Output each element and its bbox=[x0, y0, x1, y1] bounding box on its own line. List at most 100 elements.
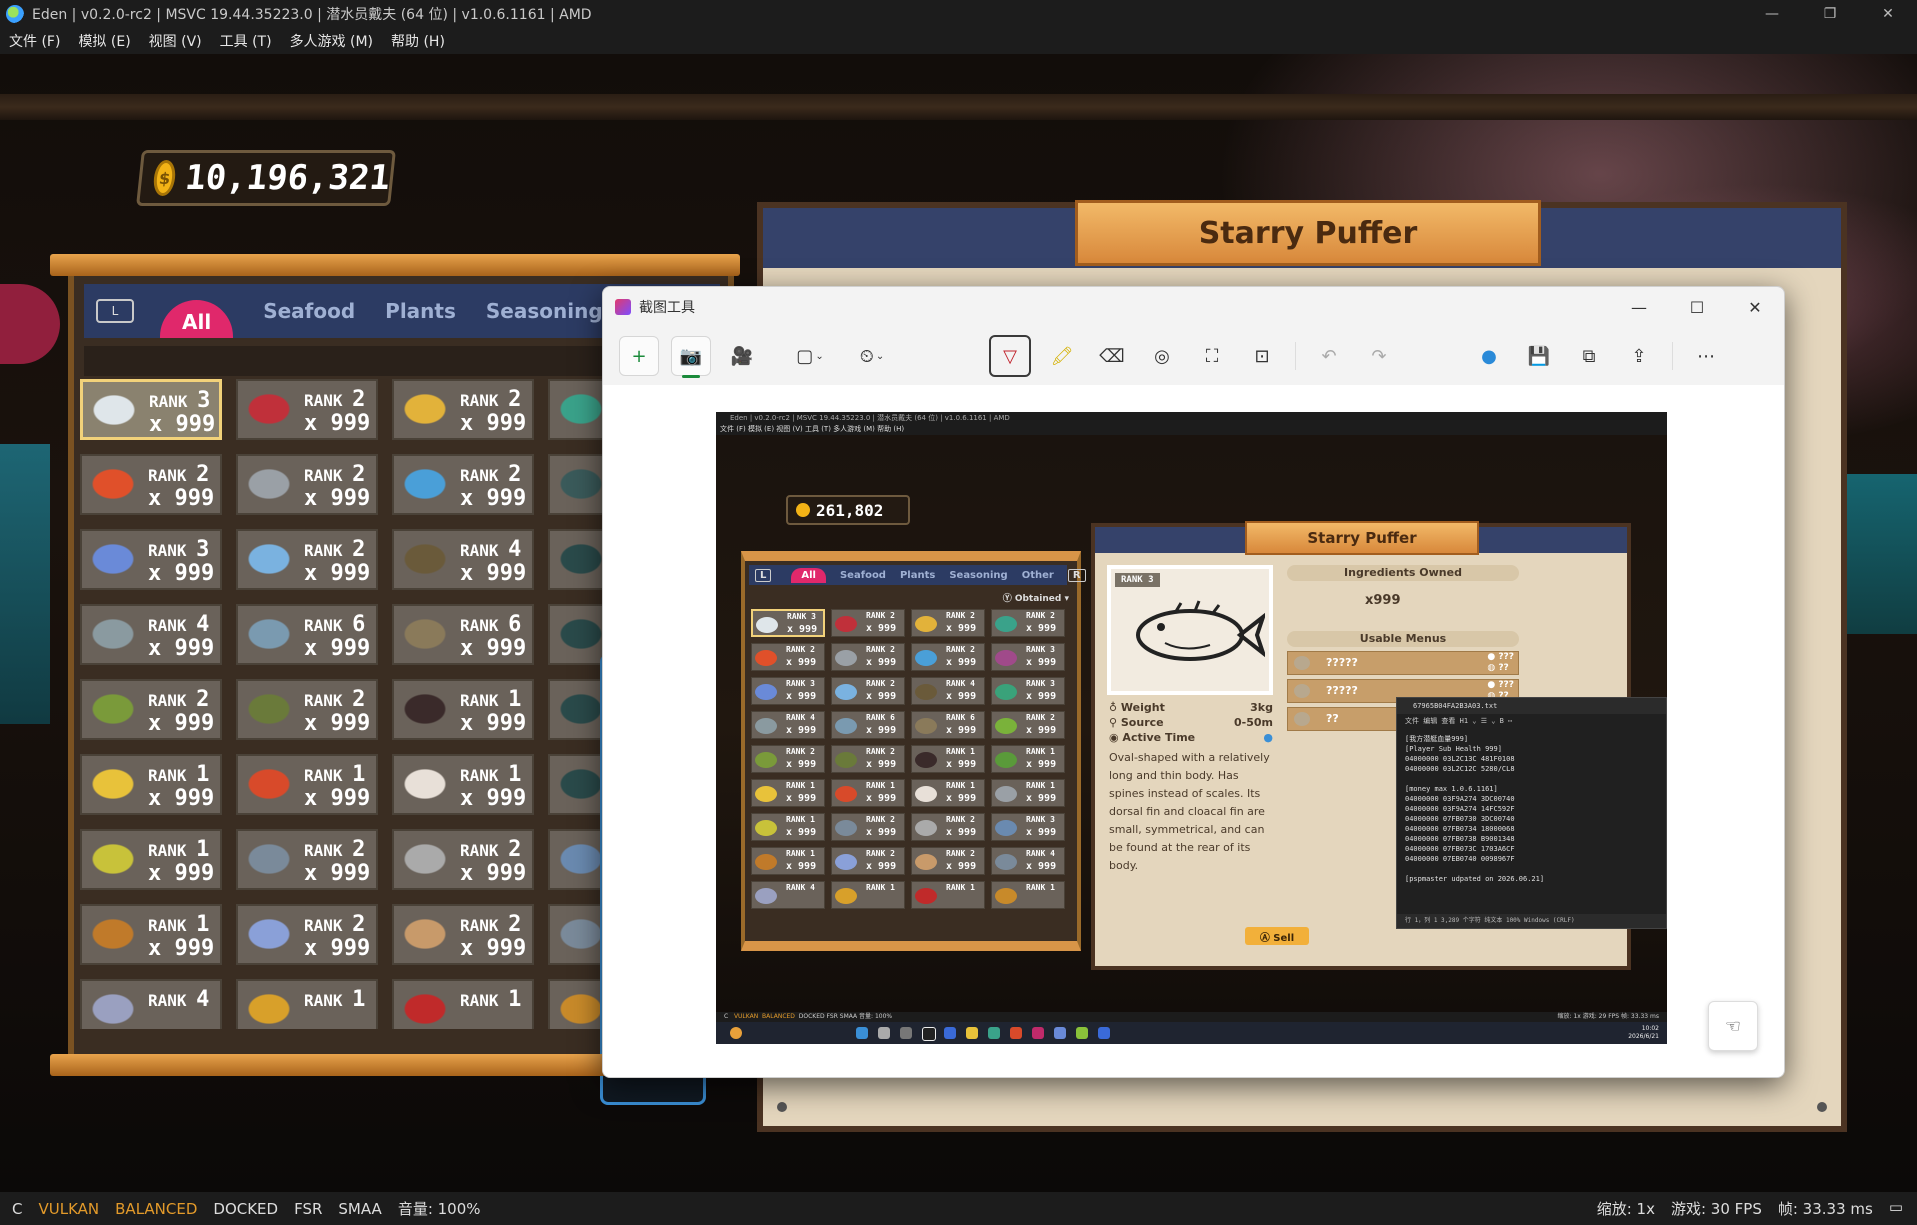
menu-view[interactable]: 视图 (V) bbox=[140, 31, 211, 51]
rank-word: RANK bbox=[1026, 713, 1046, 722]
ingredient-slot[interactable]: RANK 2x 999 bbox=[236, 904, 378, 965]
new-snip-button[interactable]: + bbox=[619, 336, 659, 376]
text-actions-button[interactable]: ⊡ bbox=[1243, 337, 1281, 375]
shapes-button[interactable]: ◎ bbox=[1143, 337, 1181, 375]
rank-number: 1 bbox=[970, 781, 975, 790]
ingredient-slot[interactable]: RANK 3x 999 bbox=[80, 529, 222, 590]
redo-button[interactable]: ↷ bbox=[1360, 337, 1398, 375]
rank-word: RANK bbox=[148, 916, 187, 935]
active-time-icon: ● bbox=[1263, 731, 1273, 744]
ingredient-slot[interactable]: RANK 2x 999 bbox=[392, 904, 534, 965]
ingredient-slot[interactable]: RANK 2x 999 bbox=[392, 454, 534, 515]
menu-tools[interactable]: 工具 (T) bbox=[211, 31, 281, 51]
fish-icon bbox=[756, 617, 778, 633]
ingredient-slot[interactable]: RANK 2x 999 bbox=[392, 829, 534, 890]
restore-button[interactable]: ❐ bbox=[1801, 0, 1859, 28]
inner-status-rest: DOCKED FSR SMAA 音量: 100% bbox=[798, 1013, 893, 1020]
video-mode-button[interactable]: 🎥 bbox=[723, 337, 761, 375]
menu-help[interactable]: 帮助 (H) bbox=[382, 31, 454, 51]
ingredient-slot[interactable]: RANK 1x 999 bbox=[392, 679, 534, 740]
snip-canvas[interactable]: Eden | v0.2.0-rc2 | MSVC 19.44.35223.0 |… bbox=[603, 385, 1784, 1077]
fish-icon bbox=[244, 541, 294, 577]
rank-word: RANK bbox=[786, 883, 806, 892]
rank-label: RANK 1 bbox=[148, 762, 209, 787]
rank-number: 3 bbox=[197, 388, 211, 413]
inner-obtained-filter: Ⓨ Obtained ▾ bbox=[1002, 594, 1069, 604]
ballpoint-pen-button[interactable]: ▽ bbox=[989, 335, 1031, 377]
ingredient-slot[interactable]: RANK 1x 999 bbox=[80, 829, 222, 890]
ingredient-slot[interactable]: RANK 4 bbox=[80, 979, 222, 1029]
status-vulkan[interactable]: VULKAN bbox=[38, 1200, 99, 1218]
tab-plants[interactable]: Plants bbox=[385, 299, 456, 323]
ingredient-slot[interactable]: RANK 1x 999 bbox=[236, 754, 378, 815]
fish-icon bbox=[995, 854, 1017, 870]
minimize-button[interactable]: — bbox=[1743, 0, 1801, 28]
snip-shape-dropdown[interactable]: ▢ ⌄ bbox=[785, 337, 835, 375]
eraser-button[interactable]: ⌫ bbox=[1093, 337, 1131, 375]
color-picker-button[interactable]: ● bbox=[1470, 337, 1508, 375]
close-button[interactable]: ✕ bbox=[1859, 0, 1917, 28]
refresh-icon[interactable]: C bbox=[12, 1200, 22, 1218]
crop-button[interactable]: ⛶ bbox=[1193, 337, 1231, 375]
snip-minimize-button[interactable]: — bbox=[1610, 287, 1668, 327]
ingredient-slot[interactable]: RANK 1x 999 bbox=[392, 754, 534, 815]
ingredient-slot[interactable]: RANK 4x 999 bbox=[80, 604, 222, 665]
ingredient-slot[interactable]: RANK 1x 999 bbox=[80, 904, 222, 965]
ingredient-slot[interactable]: RANK 1x 999 bbox=[80, 754, 222, 815]
menu-multiplayer[interactable]: 多人游戏 (M) bbox=[281, 31, 382, 51]
status-volume[interactable]: 音量: 100% bbox=[398, 1198, 481, 1219]
quantity-label: x 999 bbox=[148, 861, 215, 886]
notepad-taskbar-icon bbox=[1098, 1027, 1110, 1039]
snip-close-button[interactable]: ✕ bbox=[1726, 287, 1784, 327]
fish-icon bbox=[556, 766, 606, 802]
ingredient-slot[interactable]: RANK 1 bbox=[236, 979, 378, 1029]
tab-seafood[interactable]: Seafood bbox=[263, 299, 355, 323]
inner-quantity-label: x 999 bbox=[946, 759, 977, 770]
delay-dropdown[interactable]: ⏲ ⌄ bbox=[847, 337, 897, 375]
undo-button[interactable]: ↶ bbox=[1310, 337, 1348, 375]
status-balanced[interactable]: BALANCED bbox=[115, 1200, 197, 1218]
inner-ingredient-slot: RANK 1 x 999 bbox=[911, 745, 985, 773]
inner-rank-label: RANK 1 bbox=[866, 883, 895, 892]
ingredient-slot[interactable]: RANK 1 bbox=[392, 979, 534, 1029]
highlighter-button[interactable]: 🖍 bbox=[1043, 337, 1081, 375]
ingredient-slot[interactable]: RANK 6x 999 bbox=[236, 604, 378, 665]
menu-emulation[interactable]: 模拟 (E) bbox=[69, 31, 139, 51]
tab-seasoning[interactable]: Seasoning bbox=[486, 299, 603, 323]
rank-number: 2 bbox=[970, 849, 975, 858]
ingredient-slot[interactable]: RANK 6x 999 bbox=[392, 604, 534, 665]
menu-file[interactable]: 文件 (F) bbox=[0, 31, 69, 51]
share-button[interactable]: ⇪ bbox=[1620, 337, 1658, 375]
status-smaa[interactable]: SMAA bbox=[338, 1200, 381, 1218]
rank-label: RANK 1 bbox=[460, 762, 521, 787]
touch-writing-button[interactable]: ☜ bbox=[1708, 1001, 1758, 1051]
camera-icon: 📷 bbox=[679, 345, 703, 367]
ingredient-slot[interactable]: RANK 2x 999 bbox=[80, 679, 222, 740]
ingredient-slot[interactable]: RANK 4x 999 bbox=[392, 529, 534, 590]
save-button[interactable]: 💾 bbox=[1520, 337, 1558, 375]
fish-icon bbox=[400, 541, 450, 577]
fish-icon bbox=[244, 841, 294, 877]
rank-word: RANK bbox=[460, 541, 499, 560]
fish-icon bbox=[835, 820, 857, 836]
status-docked[interactable]: DOCKED bbox=[213, 1200, 278, 1218]
rank-number: 2 bbox=[352, 687, 366, 712]
ingredient-slot[interactable]: RANK 2x 999 bbox=[236, 454, 378, 515]
rank-number: 4 bbox=[508, 537, 522, 562]
fish-icon bbox=[995, 718, 1017, 734]
snip-maximize-button[interactable]: ☐ bbox=[1668, 287, 1726, 327]
screenshot-mode-button[interactable]: 📷 bbox=[671, 336, 711, 378]
status-fsr[interactable]: FSR bbox=[294, 1200, 322, 1218]
ingredient-slot[interactable]: RANK 2x 999 bbox=[236, 529, 378, 590]
menu-price-fans: ◍ ?? bbox=[1487, 663, 1509, 673]
ingredient-slot[interactable]: RANK 2x 999 bbox=[236, 829, 378, 890]
ingredient-slot[interactable]: RANK 3x 999 bbox=[80, 379, 222, 440]
fish-icon bbox=[88, 916, 138, 952]
copy-button[interactable]: ⧉ bbox=[1570, 337, 1608, 375]
ingredient-slot[interactable]: RANK 2x 999 bbox=[80, 454, 222, 515]
ingredient-slot[interactable]: RANK 2x 999 bbox=[236, 379, 378, 440]
more-options-button[interactable]: ⋯ bbox=[1687, 337, 1725, 375]
tab-all[interactable]: All bbox=[160, 300, 234, 338]
ingredient-slot[interactable]: RANK 2x 999 bbox=[392, 379, 534, 440]
ingredient-slot[interactable]: RANK 2x 999 bbox=[236, 679, 378, 740]
